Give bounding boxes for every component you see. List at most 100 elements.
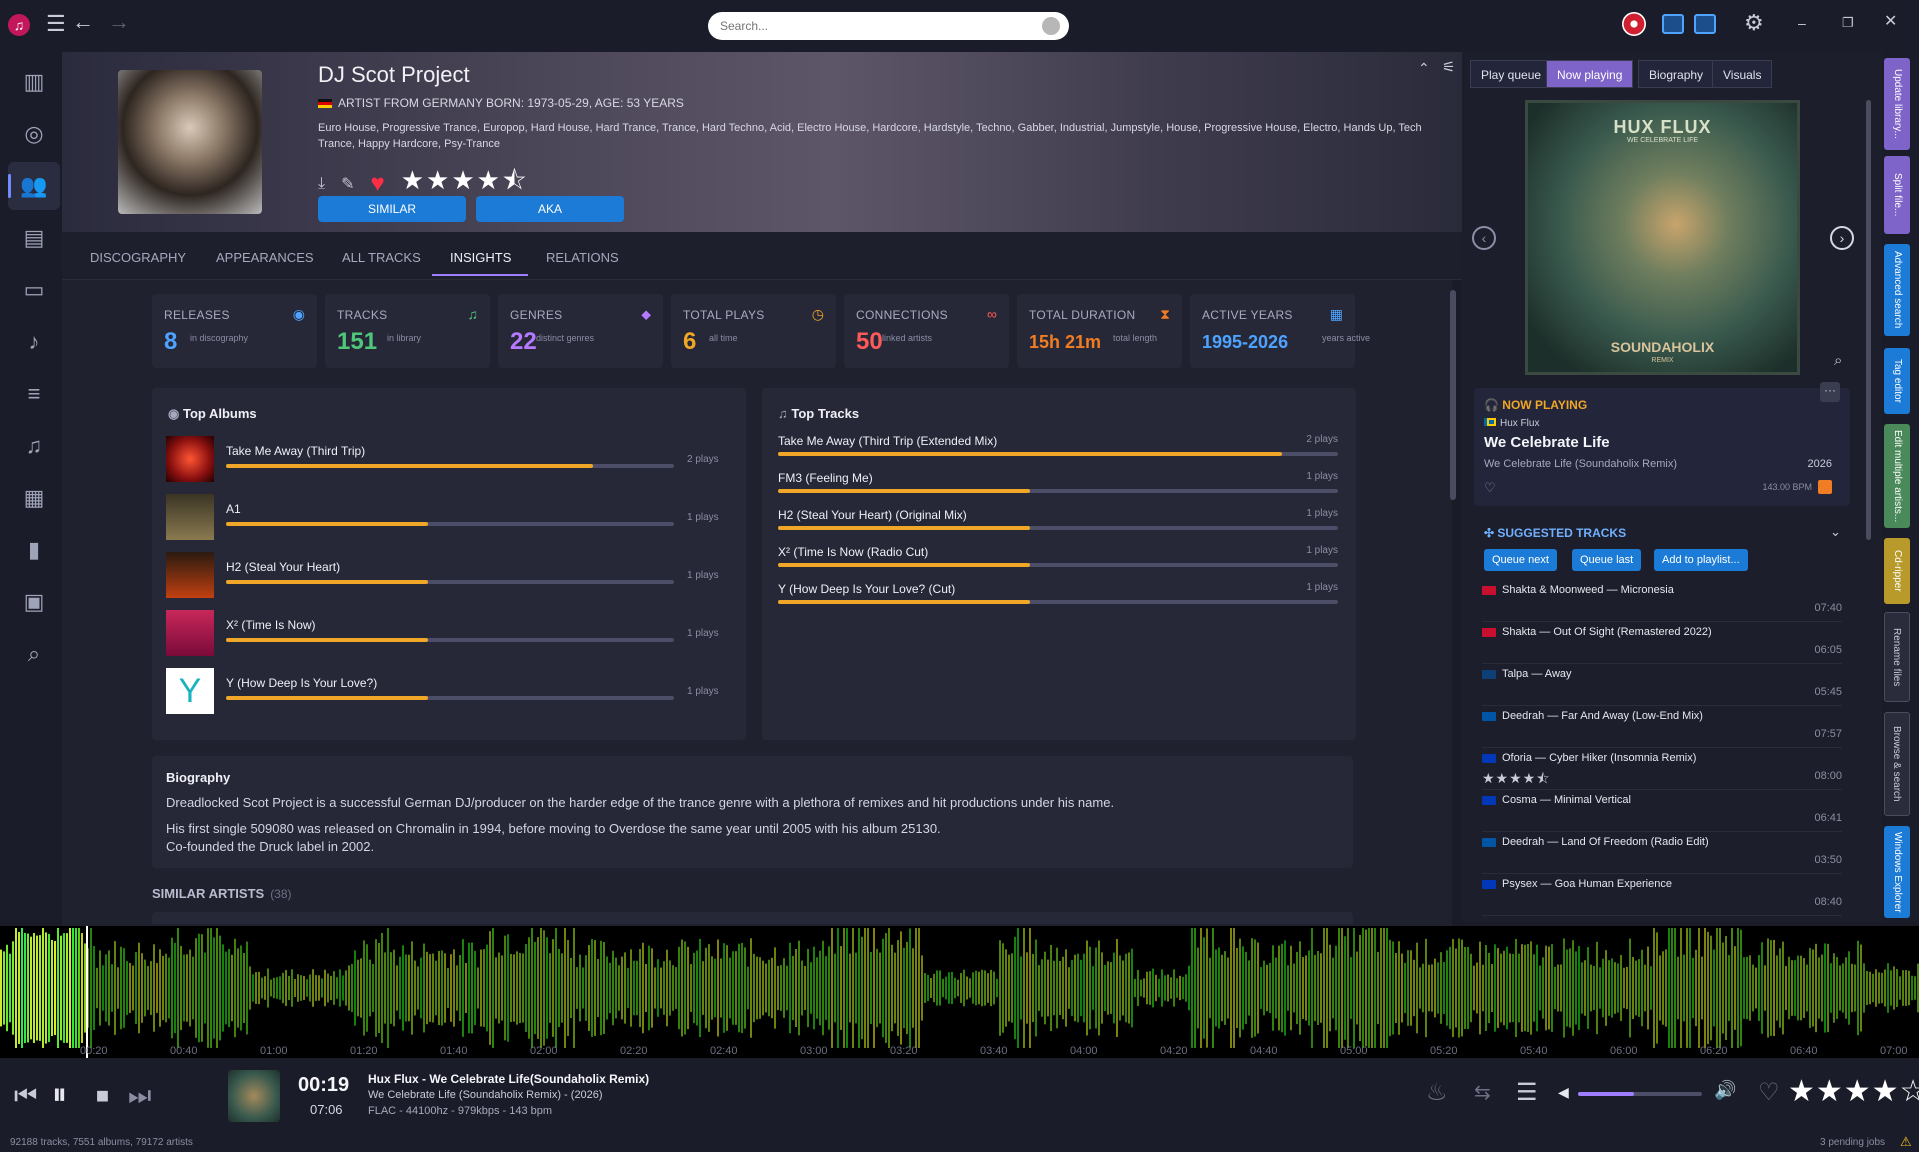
genres-icon[interactable]: ▤ [8,214,60,262]
side-action-tab[interactable]: Windows Explorer [1884,826,1910,918]
tab-visuals[interactable]: Visuals [1712,60,1773,88]
aka-button[interactable]: AKA [476,196,624,222]
collapse-icon[interactable]: ⌃ [1418,60,1430,77]
track-name[interactable]: Take Me Away (Third Trip (Extended Mix) [778,434,997,448]
track-name[interactable]: X² (Time Is Now (Radio Cut) [778,545,928,559]
side-action-tab[interactable]: Advanced search [1884,244,1910,336]
side-action-tab[interactable]: Tag editor [1884,348,1910,414]
suggested-track-row[interactable]: Deedrah — Land Of Freedom (Radio Edit) 03… [1482,832,1842,874]
track-row[interactable]: X² (Time Is Now (Radio Cut) 1 plays [778,545,1338,581]
repeat-icon[interactable]: ⇆ [1474,1080,1491,1105]
suggested-track-row[interactable]: Psysex — Goa Human Experience 08:40 [1482,874,1842,916]
edit-icon[interactable]: ✎ [341,174,354,194]
track-row[interactable]: Y (How Deep Is Your Love? (Cut) 1 plays [778,582,1338,618]
track-row[interactable]: FM3 (Feeling Me) 1 plays [778,471,1338,507]
album-row[interactable]: Y Y (How Deep Is Your Love?) 1 plays [166,666,732,716]
track-name[interactable]: H2 (Steal Your Heart) (Original Mix) [778,508,967,522]
suggested-track-rating[interactable]: ★★★★⯪ [1482,768,1550,792]
track-name[interactable]: FM3 (Feeling Me) [778,471,873,485]
suggested-track-text[interactable]: Deedrah — Land Of Freedom (Radio Edit) [1502,836,1709,848]
album-row[interactable]: Take Me Away (Third Trip) 2 plays [166,434,732,484]
waveform[interactable] [0,926,1919,1058]
playlist-icon[interactable]: ≡ [8,370,60,418]
main-scrollbar[interactable] [1450,290,1456,500]
artists-icon[interactable]: 👥 [8,162,60,210]
forward-arrow-icon[interactable]: → [108,11,130,33]
tab-discography[interactable]: DISCOGRAPHY [90,250,186,265]
pause-icon[interactable]: ⏸ [52,1078,67,1112]
suggested-track-row[interactable]: Oforia — Cyber Hiker (Insomnia Remix) 08:… [1482,748,1842,790]
side-action-tab[interactable]: Cd-ripper [1884,538,1910,604]
playhead[interactable] [86,926,88,1058]
next-cover-icon[interactable]: › [1830,226,1854,250]
queue-last-button[interactable]: Queue last [1572,549,1642,571]
album-thumb[interactable] [166,494,214,540]
side-action-tab[interactable]: Browse & search [1884,712,1910,816]
album-row[interactable]: A1 1 plays [166,492,732,542]
album-name[interactable]: H2 (Steal Your Heart) [226,560,340,574]
tab-relations[interactable]: RELATIONS [546,250,619,265]
gear-icon[interactable]: ⚙ [1744,12,1764,34]
side-action-tab[interactable]: Edit multiple artists... [1884,424,1910,528]
side-action-tab[interactable]: Rename files [1884,612,1910,702]
album-thumb[interactable] [166,436,214,482]
player-rating-stars[interactable]: ★★★★☆ [1788,1074,1919,1109]
radio-icon[interactable]: ▣ [8,578,60,626]
heart-outline-icon[interactable]: ♡ [1758,1078,1780,1107]
tab-insights[interactable]: INSIGHTS [450,250,511,265]
suggested-track-text[interactable]: Deedrah — Far And Away (Low-End Mix) [1502,710,1703,722]
heart-outline-icon[interactable]: ♡ [1484,480,1496,496]
track-row[interactable]: Take Me Away (Third Trip (Extended Mix) 2… [778,434,1338,470]
queue-next-button[interactable]: Queue next [1484,549,1557,571]
file-music-icon[interactable]: ♪ [8,318,60,366]
search-icon[interactable] [1042,17,1060,35]
stats-icon[interactable]: ▮ [8,526,60,574]
flame-icon[interactable]: ♨ [1426,1078,1448,1107]
album-thumb[interactable] [166,610,214,656]
suggested-track-text[interactable]: Shakta — Out Of Sight (Remastered 2022) [1502,626,1712,638]
album-name[interactable]: Take Me Away (Third Trip) [226,444,365,458]
minimize-icon[interactable]: – [1798,16,1806,30]
zoom-icon[interactable]: ⌕ [1834,352,1842,369]
suggested-track-row[interactable]: Deedrah — Far And Away (Low-End Mix) 07:5… [1482,706,1842,748]
calendar-icon[interactable]: ▦ [8,474,60,522]
search-input[interactable] [708,12,1069,40]
album-thumb[interactable]: Y [166,668,214,714]
suggested-track-row[interactable]: Cosma — Minimal Vertical 06:41 [1482,790,1842,832]
right-panel-toggle-icon[interactable] [1694,14,1716,34]
now-playing-artist[interactable]: Hux Flux [1484,418,1539,429]
prev-cover-icon[interactable]: ‹ [1472,226,1496,250]
pending-jobs[interactable]: 3 pending jobs [1820,1137,1885,1148]
player-cover-thumb[interactable] [228,1070,280,1122]
track-name[interactable]: Y (How Deep Is Your Love? (Cut) [778,582,955,596]
suggested-track-row[interactable]: Talpa — Away 05:45 [1482,664,1842,706]
suggested-track-text[interactable]: Cosma — Minimal Vertical [1502,794,1631,806]
heart-icon[interactable]: ♥ [370,170,384,198]
album-name[interactable]: A1 [226,502,241,516]
volume-low-icon[interactable]: ◀ [1558,1084,1569,1101]
add-to-playlist-button[interactable]: Add to playlist... [1654,549,1748,571]
album-row[interactable]: X² (Time Is Now) 1 plays [166,608,732,658]
restore-icon[interactable]: ❐ [1842,16,1854,29]
tab-play-queue[interactable]: Play queue [1470,60,1553,88]
track-row[interactable]: H2 (Steal Your Heart) (Original Mix) 1 pl… [778,508,1338,544]
suggested-track-text[interactable]: Shakta & Moonweed — Micronesia [1502,584,1674,596]
right-panel-scrollbar[interactable] [1866,100,1871,540]
volume-high-icon[interactable]: 🔊 [1714,1080,1736,1101]
suggested-track-text[interactable]: Oforia — Cyber Hiker (Insomnia Remix) [1502,752,1696,764]
left-panel-toggle-icon[interactable] [1662,14,1684,34]
next-icon[interactable]: ⏭ [128,1080,151,1112]
lastfm-icon[interactable] [1622,12,1646,36]
menu-icon[interactable]: ☰ [46,13,66,35]
album-name[interactable]: X² (Time Is Now) [226,618,316,632]
tab-now-playing[interactable]: Now playing [1546,60,1634,88]
stop-icon[interactable]: ⏹ [96,1080,109,1112]
now-playing-album[interactable]: We Celebrate Life (Soundaholix Remix) [1484,458,1677,470]
tab-all-tracks[interactable]: ALL TRACKS [342,250,421,265]
side-action-tab[interactable]: Update library... [1884,58,1910,150]
waveform-graph[interactable] [0,926,1919,1058]
tab-biography[interactable]: Biography [1638,60,1715,88]
tab-appearances[interactable]: APPEARANCES [216,250,314,265]
music-note-icon[interactable]: ♫ [8,422,60,470]
album-name[interactable]: Y (How Deep Is Your Love?) [226,676,377,690]
